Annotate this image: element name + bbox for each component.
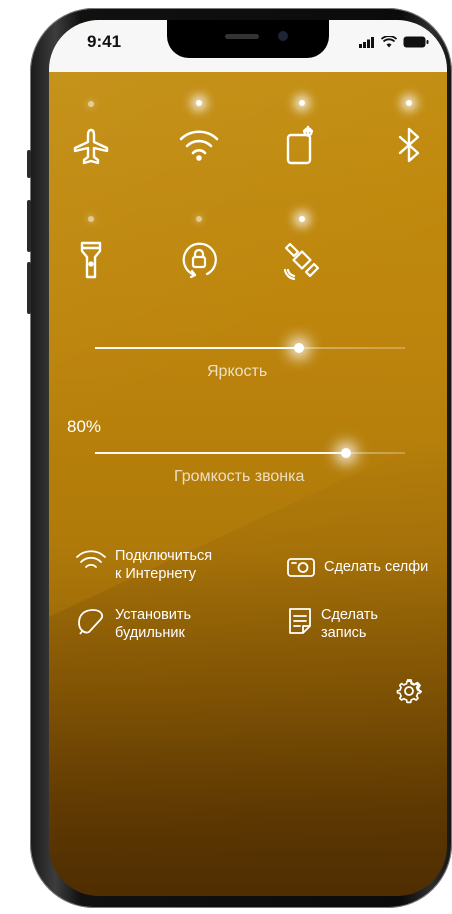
selfie-label: Сделать селфи <box>324 559 429 575</box>
settings-button[interactable] <box>396 678 423 704</box>
take-note-label: Сделать запись <box>321 606 378 642</box>
silent-switch <box>27 150 31 178</box>
rotation-lock-icon <box>182 242 217 279</box>
bluetooth-indicator-dot <box>406 100 412 106</box>
note-icon <box>289 608 311 634</box>
brightness-slider-track[interactable] <box>95 347 405 349</box>
bluetooth-toggle[interactable] <box>382 118 436 172</box>
volume-slider-track[interactable] <box>95 452 405 454</box>
wifi-status-icon <box>381 36 397 48</box>
take-note-shortcut[interactable]: Сделать запись <box>287 606 378 642</box>
wifi-toggle[interactable] <box>172 118 226 172</box>
rotation-lock-indicator-dot <box>196 216 202 222</box>
wifi-icon <box>179 130 219 161</box>
satellite-icon <box>283 242 320 280</box>
satellite-indicator-dot <box>299 216 305 222</box>
screen-lock-toggle[interactable] <box>275 118 329 172</box>
flashlight-icon <box>80 241 102 279</box>
volume-percent: 80% <box>67 417 102 436</box>
connect-internet-label: Подключиться к Интернету <box>115 547 212 583</box>
set-alarm-line1: Установить <box>115 607 192 623</box>
set-alarm-line2: будильник <box>115 625 185 641</box>
gear-icon <box>396 679 423 704</box>
airplane-mode-toggle[interactable] <box>64 120 118 174</box>
volume-down-button <box>27 262 31 314</box>
wifi-indicator-dot <box>196 100 202 106</box>
signal-icon <box>359 36 374 48</box>
brightness-slider-knob[interactable] <box>294 343 304 353</box>
take-note-line1: Сделать <box>321 607 378 623</box>
set-alarm-shortcut[interactable]: Установить будильник <box>75 606 191 642</box>
connect-internet-line2: к Интернету <box>115 566 197 582</box>
volume-slider-knob[interactable] <box>341 448 351 458</box>
status-time: 9:41 <box>87 32 122 51</box>
battery-icon <box>403 36 429 48</box>
airplane-icon <box>73 128 109 165</box>
flashlight-indicator-dot <box>88 216 94 222</box>
airplane-indicator-dot <box>88 101 94 107</box>
screen-lock-indicator-dot <box>299 100 305 106</box>
set-alarm-label: Установить будильник <box>115 606 191 642</box>
selfie-shortcut[interactable]: Сделать селфи <box>286 556 428 578</box>
volume-up-button <box>27 200 31 252</box>
wifi-shortcut-icon <box>76 550 106 568</box>
take-note-line2: запись <box>321 625 367 641</box>
status-icons <box>359 36 429 48</box>
connect-internet-line1: Подключиться <box>115 548 213 564</box>
rotation-lock-toggle[interactable] <box>172 233 226 287</box>
volume-label: Громкость звонка <box>174 468 305 485</box>
phone-lock-icon <box>286 125 314 165</box>
brightness-label: Яркость <box>207 363 268 380</box>
bell-icon <box>78 609 104 635</box>
flashlight-toggle[interactable] <box>64 233 118 287</box>
screen: 9:41 Яркость 80% Громкость звонка Подклю… <box>49 20 447 896</box>
notch <box>167 20 329 58</box>
bluetooth-icon <box>398 127 420 163</box>
connect-internet-shortcut[interactable]: Подключиться к Интернету <box>75 547 212 583</box>
satellite-toggle[interactable] <box>275 233 329 287</box>
camera-icon <box>287 558 315 577</box>
